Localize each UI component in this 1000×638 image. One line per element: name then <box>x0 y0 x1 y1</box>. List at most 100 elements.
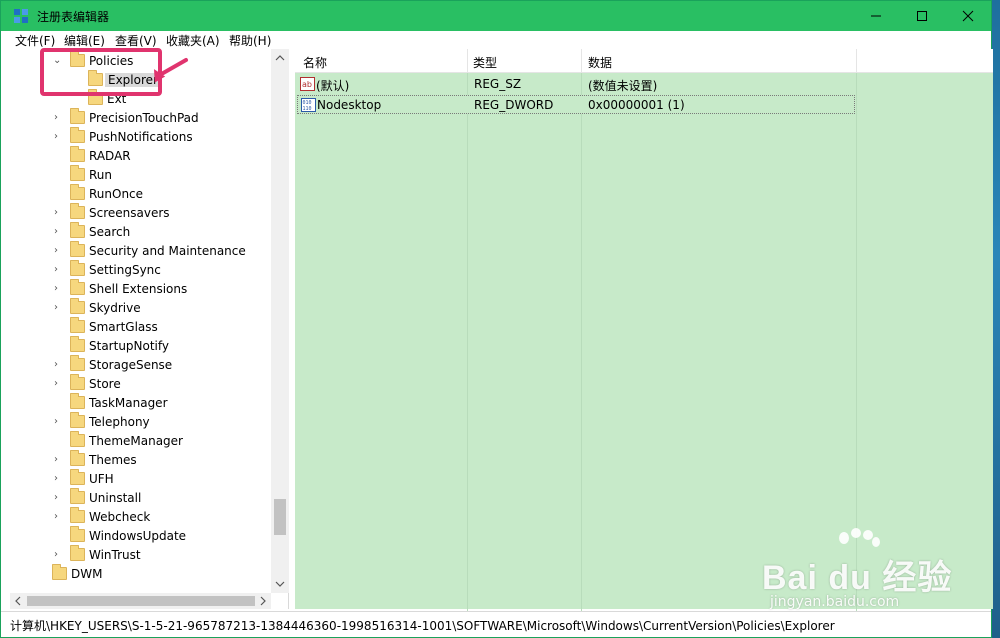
tree-item-settingsync[interactable]: › SettingSync <box>10 260 275 280</box>
column-divider[interactable] <box>856 49 857 73</box>
tree-item-pushnotifications[interactable]: › PushNotifications <box>10 127 275 147</box>
tree-item-search[interactable]: › Search <box>10 222 275 242</box>
chevron-right-icon[interactable]: › <box>54 207 64 219</box>
svg-text:ab: ab <box>302 80 312 89</box>
menu-help[interactable]: 帮助(H) <box>229 32 271 49</box>
registry-tree[interactable]: ⌄ Policies Explorer Ext › PrecisionTouch… <box>10 49 289 609</box>
chevron-right-icon[interactable]: › <box>54 454 64 466</box>
folder-icon <box>70 260 85 276</box>
chevron-right-icon[interactable]: › <box>54 264 64 276</box>
tree-item-label: Skydrive <box>89 301 141 315</box>
chevron-right-icon[interactable]: › <box>54 302 64 314</box>
tree-item-label: Search <box>89 225 131 239</box>
folder-icon <box>70 298 85 314</box>
menu-edit[interactable]: 编辑(E) <box>64 32 105 49</box>
tree-item-themes[interactable]: › Themes <box>10 450 275 470</box>
chevron-right-icon[interactable]: › <box>54 549 64 561</box>
list-row-selected[interactable]: 010 110 Nodesktop REG_DWORD 0x00000001 (… <box>297 95 855 114</box>
folder-icon <box>70 355 85 371</box>
menu-file[interactable]: 文件(F) <box>15 32 55 49</box>
tree-horizontal-scrollbar[interactable] <box>10 593 271 609</box>
tree-item-label: Run <box>89 168 113 182</box>
tree-item-label: TaskManager <box>89 396 168 410</box>
tree-item-screensavers[interactable]: › Screensavers <box>10 203 275 223</box>
tree-item-label: Shell Extensions <box>89 282 188 296</box>
close-button[interactable] <box>945 1 991 31</box>
folder-icon <box>70 317 85 333</box>
registry-app-icon <box>14 9 28 23</box>
menu-view[interactable]: 查看(V) <box>115 32 157 49</box>
chevron-right-icon[interactable]: › <box>54 112 64 124</box>
column-gridline <box>581 73 582 633</box>
tree-item-label: Uninstall <box>89 491 142 505</box>
tree-item-thememanager[interactable]: ThemeManager <box>10 431 275 451</box>
menu-favorites[interactable]: 收藏夹(A) <box>166 32 220 49</box>
tree-item-precisiontouchpad[interactable]: › PrecisionTouchPad <box>10 108 275 128</box>
maximize-button[interactable] <box>899 1 945 31</box>
watermark-logo: Bai du 经验 <box>762 559 953 597</box>
scroll-up-icon[interactable] <box>275 54 285 62</box>
tree-item-uninstall[interactable]: › Uninstall <box>10 488 275 508</box>
tree-item-taskmanager[interactable]: TaskManager <box>10 393 275 413</box>
tree-item-label: StorageSense <box>89 358 173 372</box>
column-header-data[interactable]: 数据 <box>588 54 612 71</box>
tree-item-radar[interactable]: RADAR <box>10 146 275 166</box>
tree-item-storagesense[interactable]: › StorageSense <box>10 355 275 375</box>
tree-item-skydrive[interactable]: › Skydrive <box>10 298 275 318</box>
window-title: 注册表编辑器 <box>37 10 110 24</box>
tree-item-dwm[interactable]: DWM <box>10 564 275 584</box>
list-row[interactable]: ab (默认) REG_SZ (数值未设置) <box>297 75 855 94</box>
scroll-right-icon[interactable] <box>259 596 267 606</box>
scroll-down-icon[interactable] <box>275 580 285 588</box>
tree-item-smartglass[interactable]: SmartGlass <box>10 317 275 337</box>
folder-icon <box>70 241 85 257</box>
tree-item-startupnotify[interactable]: StartupNotify <box>10 336 275 356</box>
tree-item-wintrust[interactable]: › WinTrust <box>10 545 275 565</box>
chevron-right-icon[interactable]: › <box>54 226 64 238</box>
scroll-left-icon[interactable] <box>14 596 22 606</box>
chevron-right-icon[interactable]: › <box>54 283 64 295</box>
chevron-right-icon[interactable]: › <box>54 416 64 428</box>
tree-item-label: PushNotifications <box>89 130 193 144</box>
value-name: Nodesktop <box>317 98 382 112</box>
folder-icon <box>70 108 85 124</box>
tree-item-runonce[interactable]: RunOnce <box>10 184 275 204</box>
tree-vertical-scrollbar[interactable] <box>271 49 289 593</box>
tree-item-windowsupdate[interactable]: WindowsUpdate <box>10 526 275 546</box>
tree-item-label: RADAR <box>89 149 131 163</box>
column-header-type[interactable]: 类型 <box>473 54 497 71</box>
chevron-right-icon[interactable]: › <box>54 131 64 143</box>
chevron-right-icon[interactable]: › <box>54 359 64 371</box>
folder-icon <box>70 146 85 162</box>
column-divider[interactable] <box>581 49 582 73</box>
tree-item-run[interactable]: Run <box>10 165 275 185</box>
folder-icon <box>70 222 85 238</box>
tree-item-label: Screensavers <box>89 206 170 220</box>
tree-item-webcheck[interactable]: › Webcheck <box>10 507 275 527</box>
tree-item-label: SettingSync <box>89 263 161 277</box>
svg-text:110: 110 <box>303 106 312 112</box>
tree-item-ufh[interactable]: › UFH <box>10 469 275 489</box>
tree-item-store[interactable]: › Store <box>10 374 275 394</box>
chevron-right-icon[interactable]: › <box>54 378 64 390</box>
chevron-right-icon[interactable]: › <box>54 245 64 257</box>
tree-item-label: ThemeManager <box>89 434 183 448</box>
column-header-name[interactable]: 名称 <box>303 54 327 71</box>
folder-icon <box>70 469 85 485</box>
tree-item-shell-extensions[interactable]: › Shell Extensions <box>10 279 275 299</box>
chevron-right-icon[interactable]: › <box>54 511 64 523</box>
tree-vertical-scroll-thumb[interactable] <box>274 499 286 535</box>
values-list[interactable]: 名称 类型 数据 ab (默认) REG_SZ (数值未设置) 010 110 <box>295 49 993 633</box>
chevron-right-icon[interactable]: › <box>54 473 64 485</box>
tree-item-security-and-maintenance[interactable]: › Security and Maintenance <box>10 241 275 261</box>
baidu-jingyan-watermark: Bai du 经验 jingyan.baidu.com <box>762 528 962 628</box>
tree-item-telephony[interactable]: › Telephony <box>10 412 275 432</box>
string-value-icon: ab <box>300 77 315 91</box>
minimize-button[interactable] <box>853 1 899 31</box>
value-data: 0x00000001 (1) <box>588 98 685 112</box>
tree-horizontal-scroll-thumb[interactable] <box>27 596 255 606</box>
chevron-right-icon[interactable]: › <box>54 492 64 504</box>
tree-item-label: Security and Maintenance <box>89 244 246 258</box>
title-bar[interactable]: 注册表编辑器 <box>1 1 991 31</box>
column-divider[interactable] <box>467 49 468 73</box>
